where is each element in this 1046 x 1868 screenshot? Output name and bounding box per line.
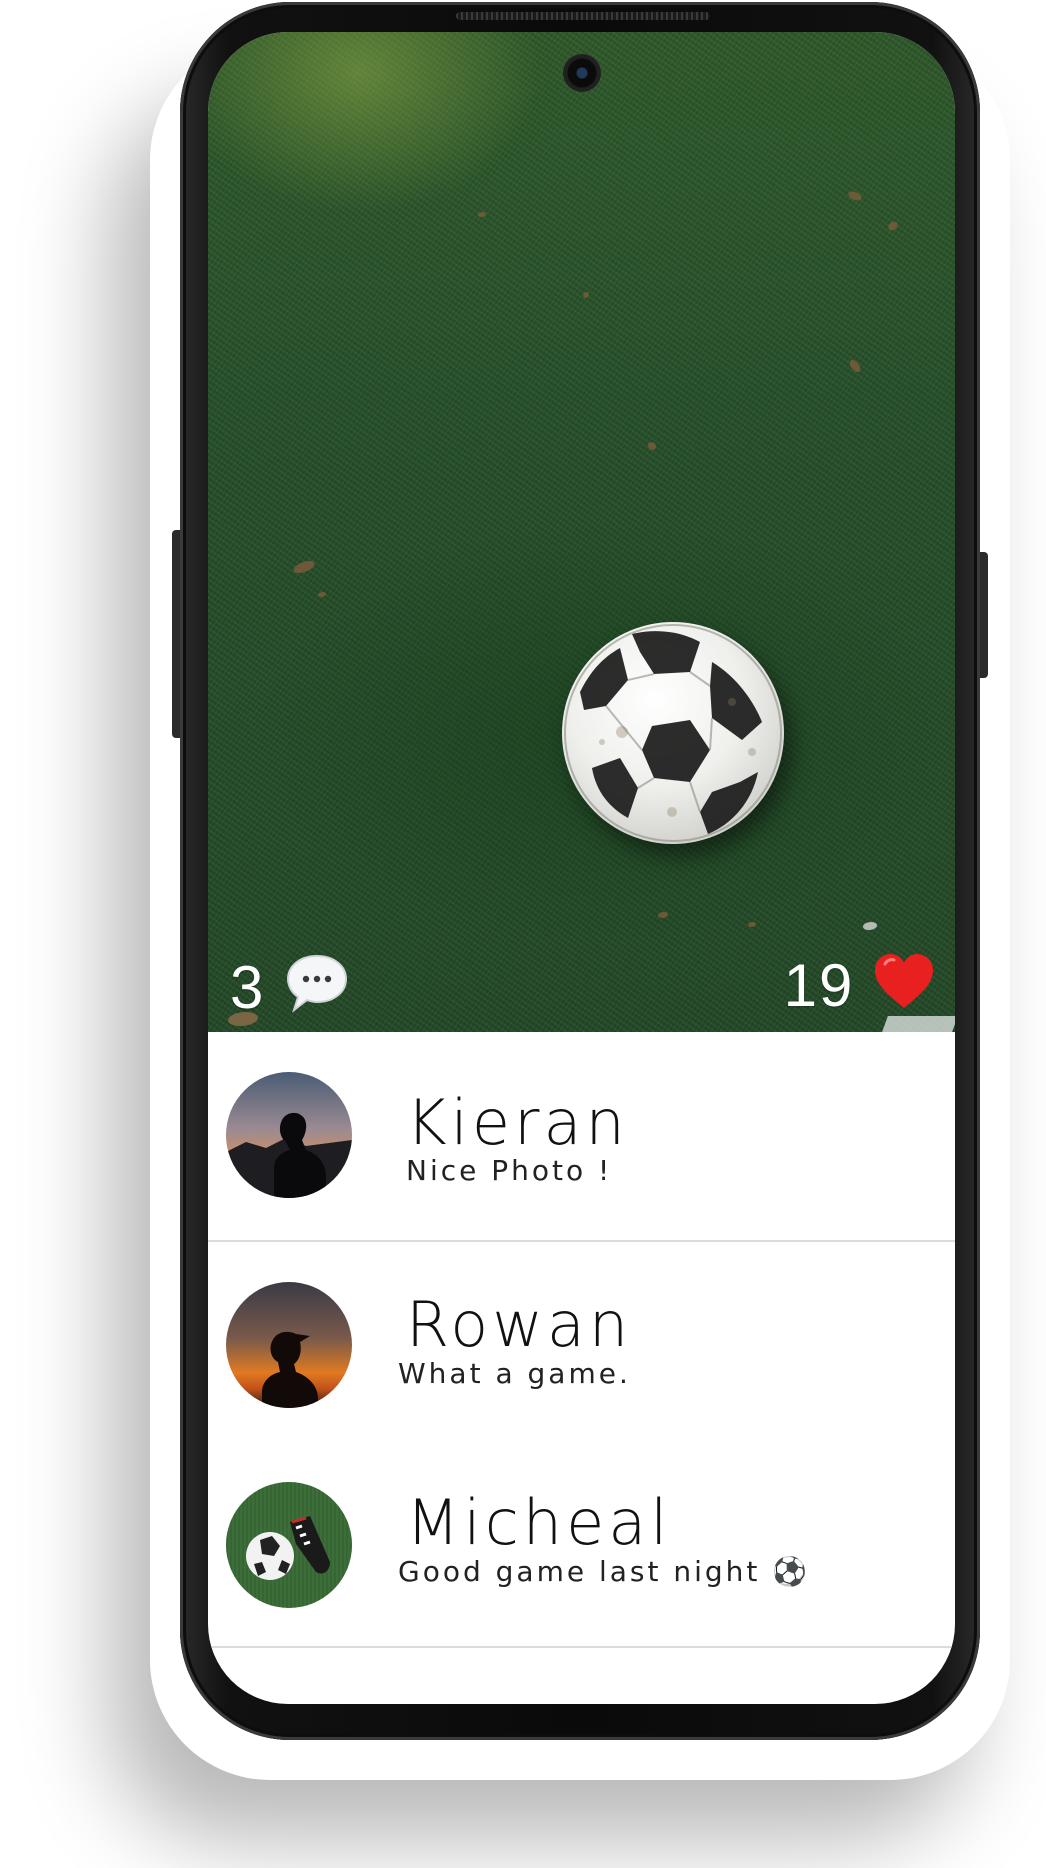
leaf-debris bbox=[748, 922, 756, 927]
comment-text: Nice Photo ! bbox=[406, 1154, 613, 1187]
commenter-name: Kieran bbox=[406, 1086, 629, 1159]
leaf-debris bbox=[318, 592, 326, 597]
soccer-ball bbox=[562, 622, 784, 844]
front-camera bbox=[563, 54, 601, 92]
leaf-debris bbox=[583, 292, 589, 298]
comment-item[interactable]: Kieran Nice Photo ! bbox=[208, 1032, 955, 1242]
comment-list: Kieran Nice Photo ! Rowan What a game. M… bbox=[208, 1032, 955, 1648]
avatar[interactable] bbox=[226, 1282, 352, 1408]
comment-count-stat[interactable]: 3 bbox=[230, 952, 350, 1024]
leaf-debris bbox=[658, 912, 668, 918]
comment-item[interactable]: Micheal Good game last night ⚽ bbox=[208, 1450, 955, 1648]
leaf-debris bbox=[478, 212, 486, 217]
speech-bubble-icon[interactable] bbox=[284, 952, 350, 1024]
avatar[interactable] bbox=[226, 1072, 352, 1198]
app-screen: 3 19 Kieran Nice Photo ! Rowan What a ga… bbox=[208, 32, 955, 1704]
comment-item[interactable]: Rowan What a game. bbox=[208, 1242, 955, 1450]
leaf-debris bbox=[886, 220, 900, 232]
leaf-debris bbox=[848, 357, 862, 375]
comment-text: Good game last night ⚽ bbox=[398, 1555, 811, 1588]
leaf-debris bbox=[647, 441, 657, 451]
like-count: 19 bbox=[783, 952, 855, 1020]
commenter-name: Micheal bbox=[406, 1486, 672, 1559]
avatar[interactable] bbox=[226, 1482, 352, 1608]
comment-count: 3 bbox=[230, 954, 266, 1021]
leaf-debris bbox=[846, 189, 864, 203]
phone-speaker bbox=[456, 12, 710, 20]
comment-text: What a game. bbox=[398, 1357, 631, 1390]
like-count-stat[interactable]: 19 bbox=[784, 952, 935, 1020]
commenter-name: Rowan bbox=[406, 1288, 633, 1361]
post-photo[interactable]: 3 19 bbox=[208, 32, 955, 1032]
leaf-debris bbox=[292, 559, 316, 575]
leaf-debris bbox=[863, 922, 877, 930]
red-heart-icon[interactable] bbox=[873, 952, 935, 1020]
